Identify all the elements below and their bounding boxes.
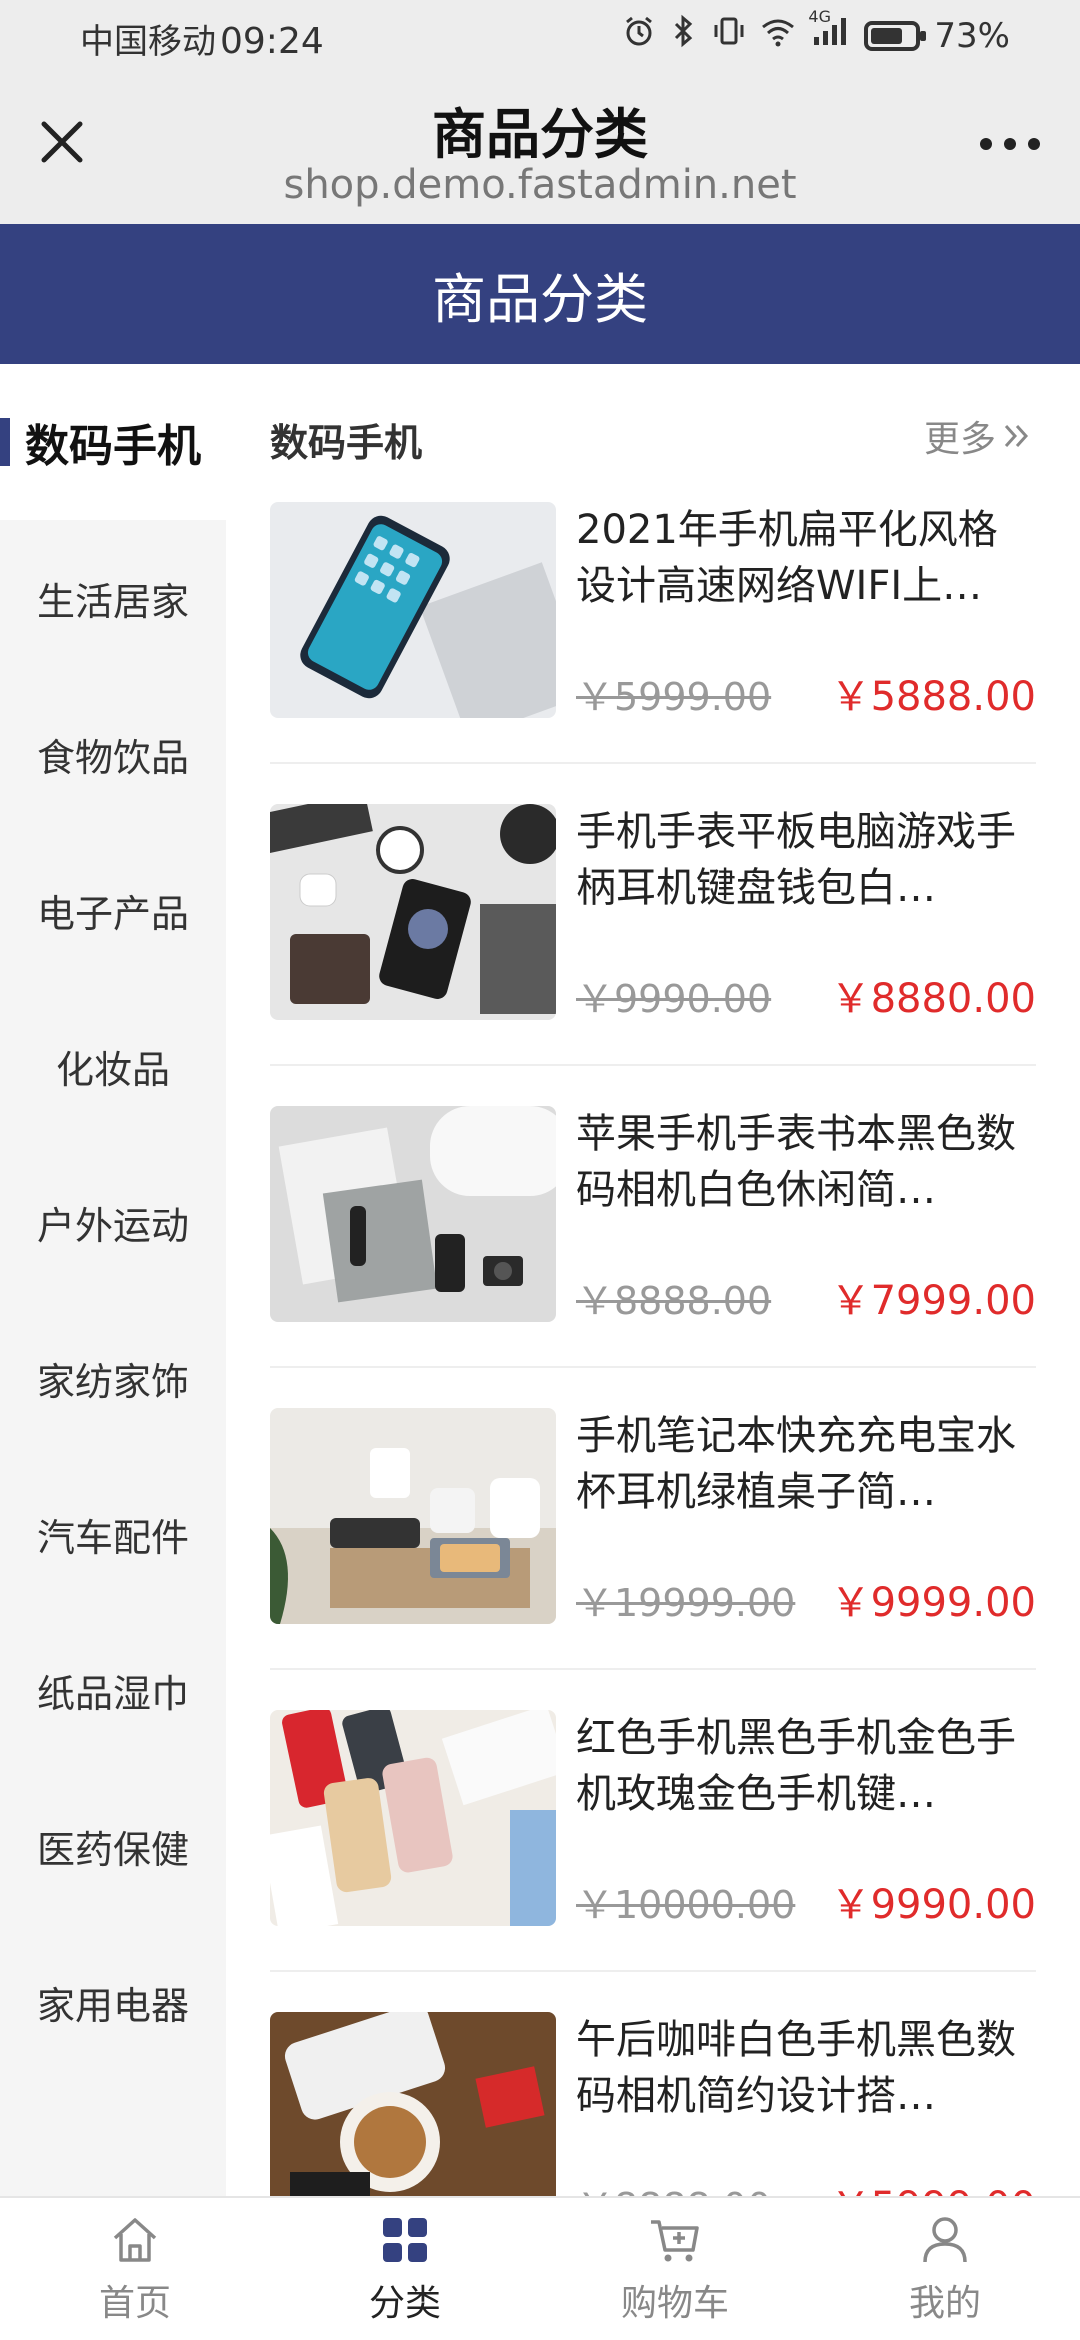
sidebar-item-cosmetics[interactable]: 化妆品 — [0, 988, 226, 1144]
tab-label: 购物车 — [620, 2283, 729, 2324]
product-image — [270, 1710, 556, 1926]
sidebar-item-food-drinks[interactable]: 食物饮品 — [0, 676, 226, 832]
product-item[interactable]: 苹果手机手表书本黑色数码相机白色休闲简… ￥8888.00 ￥7999.00 — [270, 1106, 1036, 1368]
product-image — [270, 804, 556, 1020]
bottom-tab-bar: 首页 分类 购物车 我的 — [0, 2196, 1080, 2340]
tab-profile[interactable]: 我的 — [810, 2198, 1080, 2340]
product-name: 2021年手机扁平化风格设计高速网络WIFI上… — [576, 507, 998, 609]
product-original-price: ￥8888.00 — [576, 1279, 772, 1323]
sidebar-item-health[interactable]: 医药保健 — [0, 1768, 226, 1924]
sidebar-item-label: 电子产品 — [36, 891, 189, 936]
category-icon — [383, 2218, 427, 2262]
battery-level — [871, 27, 903, 44]
sidebar-item-label: 家纺家饰 — [36, 1359, 189, 1404]
product-name: 红色手机黑色手机金色手机玫瑰金色手机键… — [576, 1715, 1016, 1817]
divider — [270, 1970, 1036, 1972]
cart-icon — [651, 2220, 699, 2262]
sidebar-item-label: 生活居家 — [36, 579, 189, 624]
section-title: 数码手机 — [270, 421, 423, 465]
product-item[interactable]: 红色手机黑色手机金色手机玫瑰金色手机键… ￥10000.00 ￥9990.00 — [270, 1710, 1036, 1972]
divider — [270, 762, 1036, 764]
page-title: 商品分类 — [432, 267, 648, 331]
divider — [270, 1366, 1036, 1368]
sidebar-item-label: 医药保健 — [36, 1827, 189, 1872]
product-name: 午后咖啡白色手机黑色数码相机简约设计搭… — [576, 2017, 1016, 2119]
tab-label: 我的 — [908, 2283, 981, 2324]
product-item[interactable]: 手机笔记本快充充电宝水杯耳机绿植桌子简… ￥19999.00 ￥9999.00 — [270, 1408, 1036, 1670]
battery-icon — [864, 20, 927, 51]
product-image — [270, 1106, 556, 1322]
browser-url: shop.demo.fastadmin.net — [283, 162, 797, 208]
more-icon-dot — [980, 138, 992, 150]
user-icon — [923, 2217, 967, 2263]
tab-home[interactable]: 首页 — [0, 2198, 270, 2340]
status-bar: 中国移动 09:24 4G 73% — [0, 0, 1080, 70]
tab-label: 分类 — [368, 2283, 441, 2324]
more-button[interactable] — [970, 124, 1050, 164]
sidebar-item-label: 数码手机 — [25, 421, 201, 472]
product-price: ￥5888.00 — [830, 674, 1036, 720]
sidebar-item-car-parts[interactable]: 汽车配件 — [0, 1456, 226, 1612]
divider — [270, 1064, 1036, 1066]
sidebar-item-paper-wipes[interactable]: 纸品湿巾 — [0, 1612, 226, 1768]
product-name: 手机笔记本快充充电宝水杯耳机绿植桌子简… — [576, 1413, 1016, 1515]
tab-label: 首页 — [98, 2283, 171, 2324]
sidebar-item-label: 汽车配件 — [36, 1515, 189, 1560]
page-header: 商品分类 — [0, 224, 1080, 364]
status-right: 4G 73% — [622, 7, 1010, 57]
sidebar-item-outdoor-sports[interactable]: 户外运动 — [0, 1144, 226, 1300]
browser-title: 商品分类 — [432, 103, 648, 166]
more-link[interactable]: 更多 — [924, 410, 1034, 462]
divider — [270, 1668, 1036, 1670]
product-image — [270, 1408, 556, 1624]
more-icon-dot — [1028, 138, 1040, 150]
double-chevron-right-icon — [1004, 424, 1029, 448]
sidebar-item-appliances[interactable]: 家用电器 — [0, 1924, 226, 2080]
product-image — [270, 502, 556, 718]
product-price: ￥9999.00 — [830, 1580, 1036, 1626]
battery-percent: 73% — [934, 15, 1010, 56]
more-link-label: 更多 — [923, 419, 996, 460]
vibrate-icon — [712, 14, 746, 57]
product-original-price: ￥10000.00 — [576, 1883, 796, 1927]
product-price: ￥9990.00 — [830, 1882, 1036, 1928]
sidebar-item-label: 化妆品 — [55, 1047, 170, 1092]
sidebar-item-label: 食物饮品 — [36, 735, 189, 780]
tab-category[interactable]: 分类 — [270, 2198, 540, 2340]
sidebar-item-label: 家用电器 — [36, 1983, 189, 2028]
more-icon-dot — [1004, 138, 1016, 150]
sidebar-item-home-textiles[interactable]: 家纺家饰 — [0, 1300, 226, 1456]
signal-icon: 4G — [808, 7, 850, 56]
bluetooth-icon — [670, 14, 698, 57]
product-price: ￥7999.00 — [830, 1278, 1036, 1324]
status-left: 中国移动 09:24 — [80, 14, 324, 63]
product-price: ￥8880.00 — [830, 976, 1036, 1022]
sidebar-item-electronics[interactable]: 电子产品 — [0, 832, 226, 988]
home-icon — [113, 2218, 157, 2262]
sidebar-item-label: 户外运动 — [36, 1203, 189, 1248]
sidebar-item-label: 纸品湿巾 — [36, 1671, 189, 1716]
product-original-price: ￥9990.00 — [576, 977, 772, 1021]
product-item[interactable]: 手机手表平板电脑游戏手柄耳机键盘钱包白… ￥9990.00 ￥8880.00 — [270, 804, 1036, 1066]
product-original-price: ￥5999.00 — [576, 675, 772, 719]
network-type: 4G — [808, 7, 831, 26]
alarm-icon — [622, 14, 656, 57]
sidebar-item-digital-phones[interactable]: 数码手机 — [0, 364, 226, 520]
product-original-price: ￥19999.00 — [576, 1581, 796, 1625]
product-item[interactable]: 2021年手机扁平化风格设计高速网络WIFI上… ￥5999.00 ￥5888.… — [270, 502, 1036, 764]
tab-cart[interactable]: 购物车 — [540, 2198, 810, 2340]
wifi-icon — [760, 16, 796, 56]
category-sidebar: 数码手机 生活居家 食物饮品 电子产品 化妆品 户外运动 家纺家饰 汽车配件 纸… — [0, 364, 226, 2196]
product-name: 苹果手机手表书本黑色数码相机白色休闲简… — [576, 1111, 1016, 1213]
clock: 09:24 — [220, 21, 324, 62]
product-name: 手机手表平板电脑游戏手柄耳机键盘钱包白… — [576, 809, 1016, 911]
browser-header: 商品分类 shop.demo.fastadmin.net — [0, 70, 1080, 224]
carrier-name: 中国移动 — [80, 22, 216, 62]
sidebar-item-home-living[interactable]: 生活居家 — [0, 520, 226, 676]
